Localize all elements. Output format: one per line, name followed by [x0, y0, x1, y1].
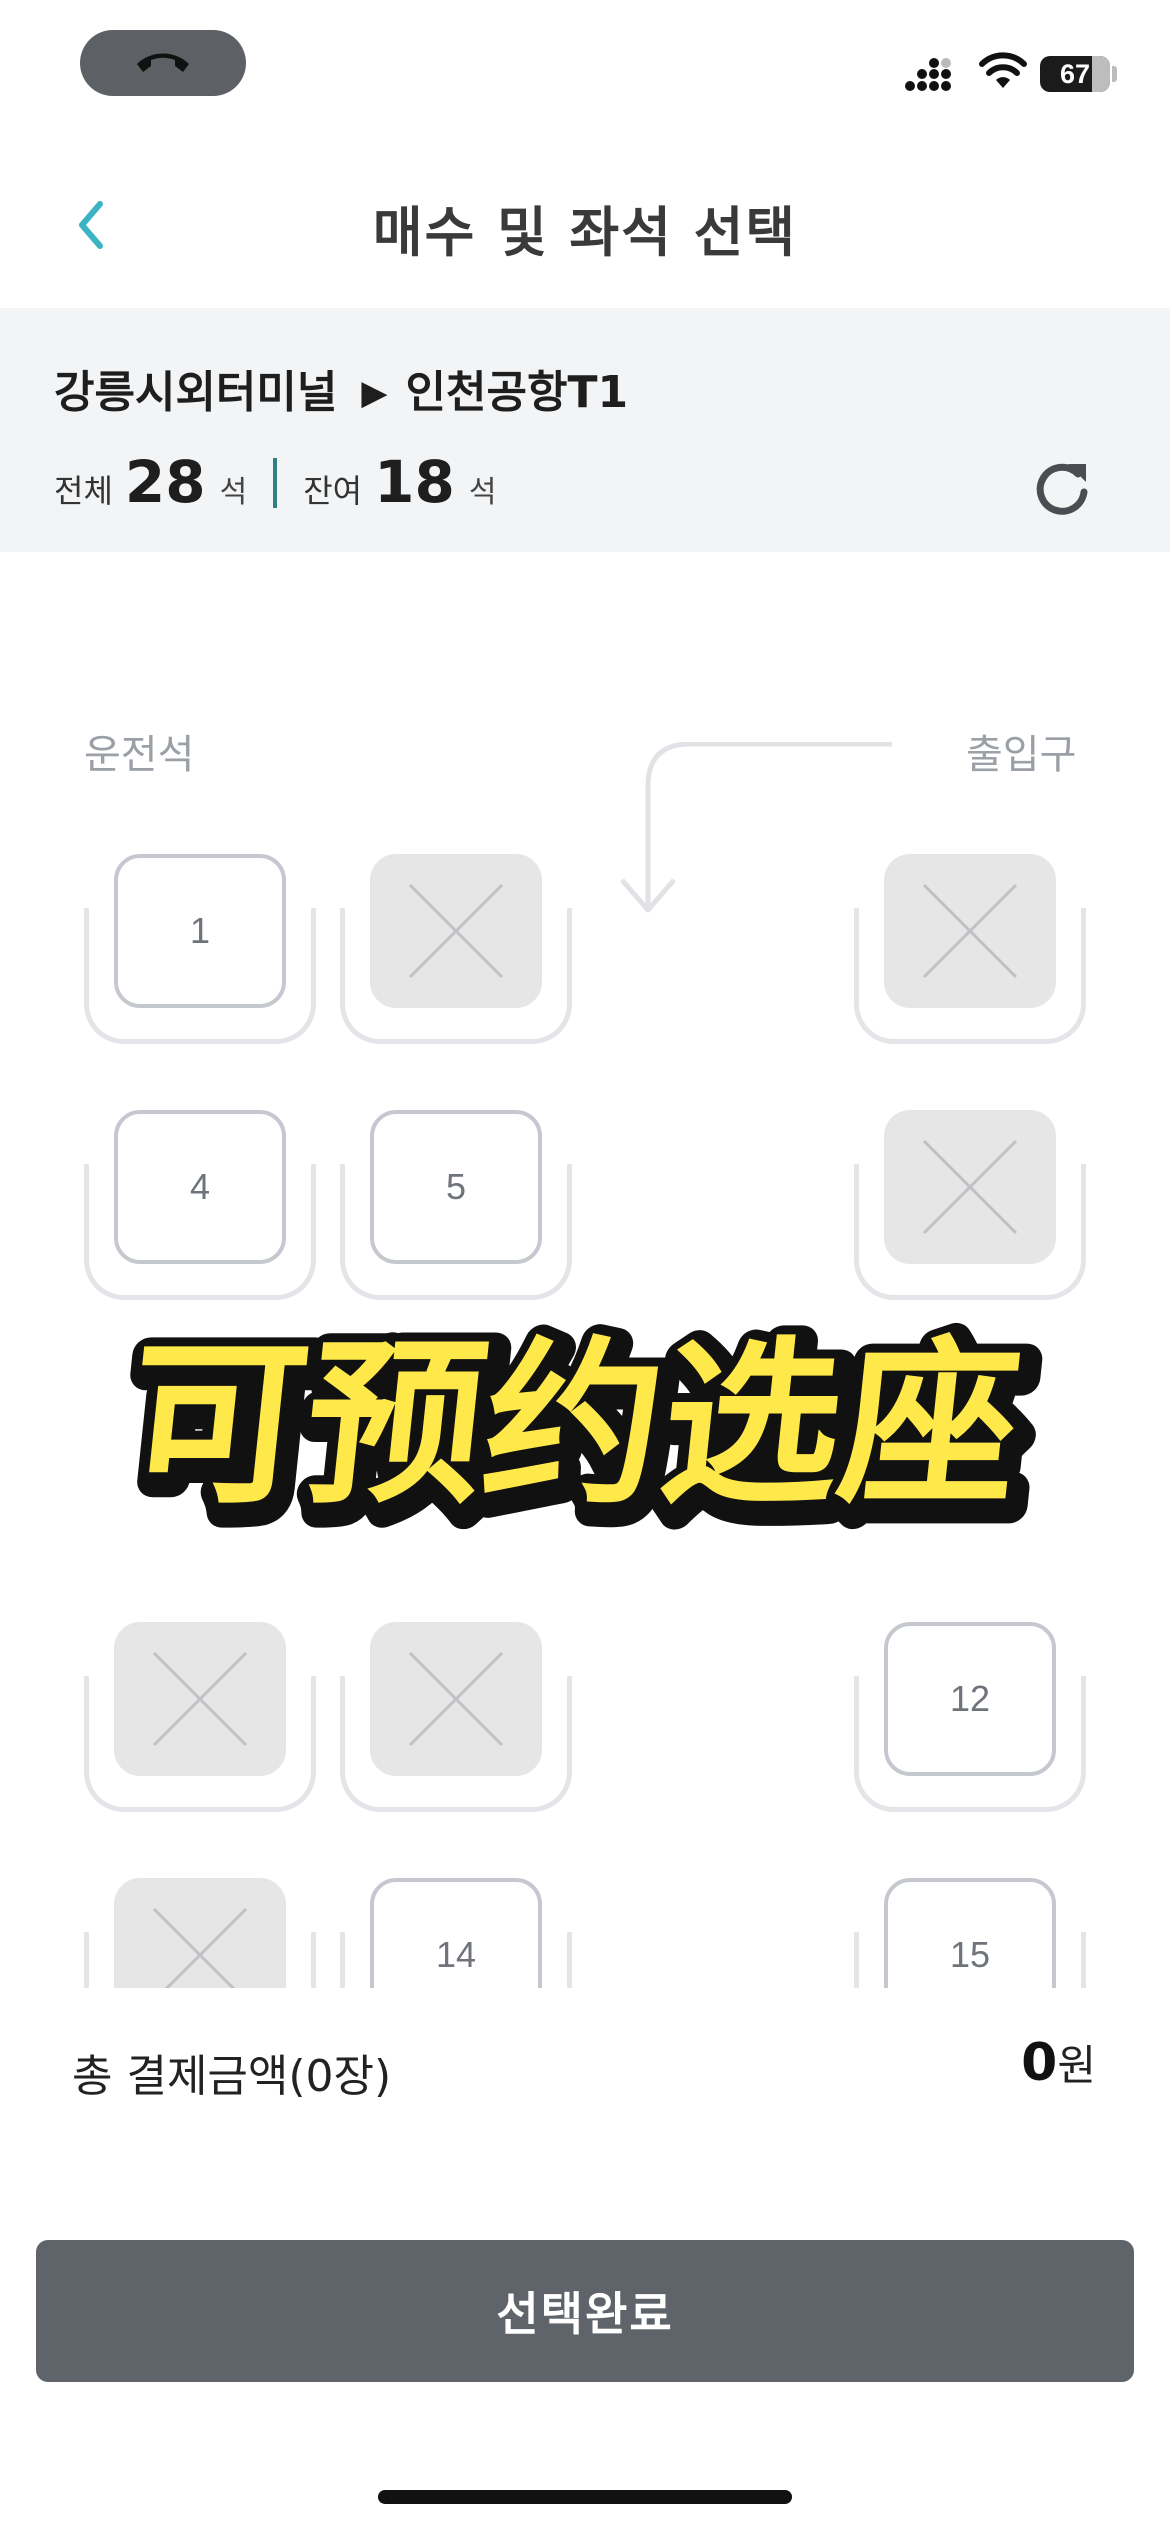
total-seats-unit: 석	[219, 475, 248, 510]
seat-unavailable	[84, 1622, 316, 1812]
x-mark-icon	[408, 1651, 504, 1747]
seat-unavailable	[854, 1110, 1086, 1300]
seat-cushion	[884, 1110, 1056, 1264]
seat-number: 14	[435, 1934, 477, 1975]
remaining-seats-unit: 석	[468, 475, 497, 510]
refresh-icon	[1036, 463, 1088, 515]
overlay-caption: 可预约选座 可预约选座	[0, 1318, 1170, 1538]
entrance-label: 출입구	[966, 732, 1077, 778]
seat-available[interactable]: 15	[854, 1878, 1086, 1988]
confirm-selection-button[interactable]: 선택완료	[36, 2240, 1134, 2382]
x-mark-icon	[152, 1907, 248, 1988]
x-mark-icon	[152, 1651, 248, 1747]
home-indicator	[378, 2490, 792, 2504]
remaining-seats-count: 18	[374, 448, 455, 516]
total-payment-value: 0원	[1021, 2032, 1096, 2093]
caption-text: 可预约选座	[118, 1321, 1030, 1528]
destination-terminal: 인천공항T1	[405, 367, 629, 418]
seat-map: 운전석 출입구 1 4 5 12 14 15	[0, 552, 1170, 1988]
battery-icon: 67	[1040, 56, 1110, 92]
battery-cap	[1112, 66, 1117, 82]
seat-cushion	[114, 1622, 286, 1776]
currency-unit: 원	[1057, 2041, 1096, 2090]
battery-level: 67	[1059, 59, 1091, 89]
seat-available[interactable]: 14	[340, 1878, 572, 1988]
seat-counts: 전체 28 석 잔여 18 석	[54, 448, 496, 518]
seat-number: 15	[949, 1934, 991, 1975]
seat-unavailable	[340, 1622, 572, 1812]
x-mark-icon	[922, 1139, 1018, 1235]
seat-available[interactable]: 12	[854, 1622, 1086, 1812]
page-title: 매수 및 좌석 선택	[372, 201, 798, 264]
seat-unavailable	[854, 854, 1086, 1044]
total-amount: 0	[1021, 2033, 1058, 2093]
counts-divider	[273, 458, 278, 508]
seat-number: 1	[189, 910, 211, 951]
route-arrow-icon: ▶	[361, 373, 388, 413]
phone-call-icon	[137, 53, 189, 72]
seat-cushion[interactable]: 14	[370, 1878, 542, 1988]
seat-cushion	[370, 854, 542, 1008]
driver-seat-label: 운전석	[84, 732, 195, 778]
total-seats-label: 전체	[54, 472, 113, 510]
seat-number: 4	[189, 1166, 211, 1207]
seat-unavailable	[84, 1878, 316, 1988]
seat-cushion[interactable]: 15	[884, 1878, 1056, 1988]
seat-available[interactable]: 4	[84, 1110, 316, 1300]
seat-cushion[interactable]: 12	[884, 1622, 1056, 1776]
wifi-icon	[979, 52, 1027, 88]
x-mark-icon	[408, 883, 504, 979]
seat-cushion[interactable]: 5	[370, 1110, 542, 1264]
route-line: 강릉시외터미널 ▶ 인천공항T1	[54, 356, 628, 420]
signal-icon	[905, 58, 951, 91]
active-call-pill[interactable]	[80, 30, 246, 96]
seat-cushion[interactable]: 4	[114, 1110, 286, 1264]
seat-cushion	[370, 1622, 542, 1776]
seat-available[interactable]: 5	[340, 1110, 572, 1300]
seat-number: 5	[445, 1166, 467, 1207]
refresh-button[interactable]	[1030, 456, 1094, 520]
total-payment-label: 총 결제금액(0장)	[72, 2051, 392, 2102]
seat-number: 12	[949, 1678, 991, 1719]
origin-terminal: 강릉시외터미널	[54, 367, 338, 418]
seat-cushion	[114, 1878, 286, 1988]
seat-cushion[interactable]: 1	[114, 854, 286, 1008]
seat-available[interactable]: 1	[84, 854, 316, 1044]
seat-cushion	[884, 854, 1056, 1008]
remaining-seats-label: 잔여	[303, 472, 363, 510]
x-mark-icon	[922, 883, 1018, 979]
total-seats-count: 28	[124, 448, 206, 516]
seat-unavailable	[340, 854, 572, 1044]
